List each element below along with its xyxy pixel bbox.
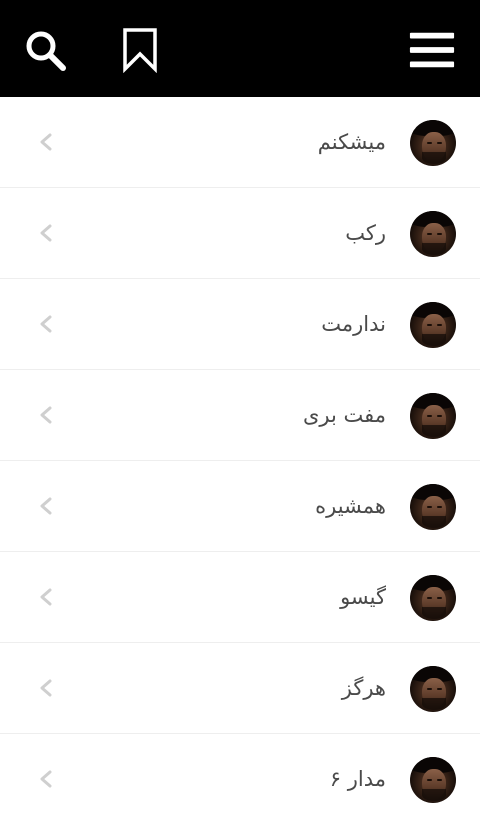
list-item[interactable]: مدار ۶ <box>0 734 480 824</box>
search-icon <box>26 31 66 71</box>
list-item[interactable]: هرگز <box>0 643 480 734</box>
artist-avatar <box>410 757 456 803</box>
song-title: رکب <box>345 221 386 245</box>
app-header <box>0 0 480 97</box>
menu-button[interactable] <box>408 26 456 74</box>
artist-avatar <box>410 575 456 621</box>
song-title: گیسو <box>340 585 386 609</box>
list-item[interactable]: رکب <box>0 188 480 279</box>
list-item[interactable]: ندارمت <box>0 279 480 370</box>
artist-avatar <box>410 666 456 712</box>
bookmark-icon <box>123 28 157 73</box>
list-item[interactable]: همشیره <box>0 461 480 552</box>
song-title: همشیره <box>315 494 386 518</box>
list-item[interactable]: میشکنم <box>0 97 480 188</box>
artist-avatar <box>410 120 456 166</box>
chevron-left-icon <box>40 497 52 515</box>
song-title: مفت بری <box>302 403 386 427</box>
artist-avatar <box>410 393 456 439</box>
chevron-left-icon <box>40 315 52 333</box>
bookmark-button[interactable] <box>116 26 164 74</box>
song-title: مدار ۶ <box>329 767 386 791</box>
hamburger-menu-icon <box>409 32 455 68</box>
chevron-left-icon <box>40 224 52 242</box>
artist-avatar <box>410 211 456 257</box>
song-list: میشکنم رکب ندارمت مفت بری همشیره گیسو هر… <box>0 97 480 824</box>
chevron-left-icon <box>40 588 52 606</box>
chevron-left-icon <box>40 406 52 424</box>
chevron-left-icon <box>40 133 52 151</box>
song-title: هرگز <box>341 676 386 700</box>
artist-avatar <box>410 484 456 530</box>
chevron-left-icon <box>40 770 52 788</box>
list-item[interactable]: گیسو <box>0 552 480 643</box>
song-title: ندارمت <box>321 312 386 336</box>
artist-avatar <box>410 302 456 348</box>
search-button[interactable] <box>21 26 69 74</box>
list-item[interactable]: مفت بری <box>0 370 480 461</box>
chevron-left-icon <box>40 679 52 697</box>
song-title: میشکنم <box>317 130 386 154</box>
